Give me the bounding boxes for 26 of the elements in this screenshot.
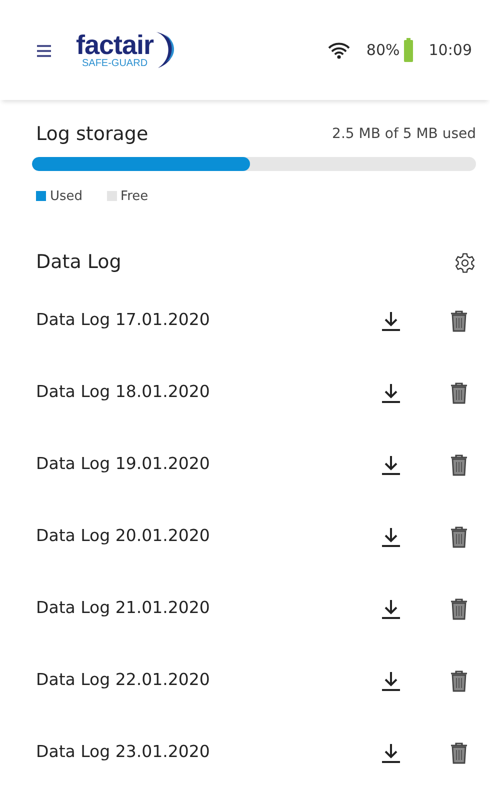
trash-icon[interactable] — [450, 596, 468, 620]
section-title: Data Log — [36, 250, 122, 275]
trash-icon[interactable] — [450, 524, 468, 548]
trash-icon[interactable] — [450, 308, 468, 332]
log-entry-name: Data Log 23.01.2020 — [36, 741, 210, 764]
legend-label: Used — [50, 188, 83, 206]
battery-percent: 80% — [366, 40, 400, 61]
trash-icon[interactable] — [450, 668, 468, 692]
logo-tagline: SAFE-GUARD — [82, 58, 148, 68]
log-entry-name: Data Log 18.01.2020 — [36, 381, 210, 404]
log-entry-name: Data Log 17.01.2020 — [36, 309, 210, 332]
log-entry-name: Data Log 21.01.2020 — [36, 597, 210, 620]
storage-reading: 2.5 MB of 5 MB used — [332, 124, 476, 144]
section-title: Log storage — [36, 122, 148, 147]
logo-wordmark: factair — [76, 32, 154, 58]
log-entry-name: Data Log 19.01.2020 — [36, 453, 210, 476]
trash-icon[interactable] — [450, 740, 468, 764]
trash-icon[interactable] — [450, 380, 468, 404]
log-entry-name: Data Log 22.01.2020 — [36, 669, 210, 692]
battery-icon — [404, 38, 413, 62]
trash-icon[interactable] — [450, 452, 468, 476]
clock-time: 10:09 — [428, 40, 472, 61]
wifi-icon — [328, 42, 350, 58]
legend-label: Free — [120, 188, 148, 206]
settings-icon[interactable] — [454, 250, 476, 274]
log-entry-name: Data Log 20.01.2020 — [36, 525, 210, 548]
